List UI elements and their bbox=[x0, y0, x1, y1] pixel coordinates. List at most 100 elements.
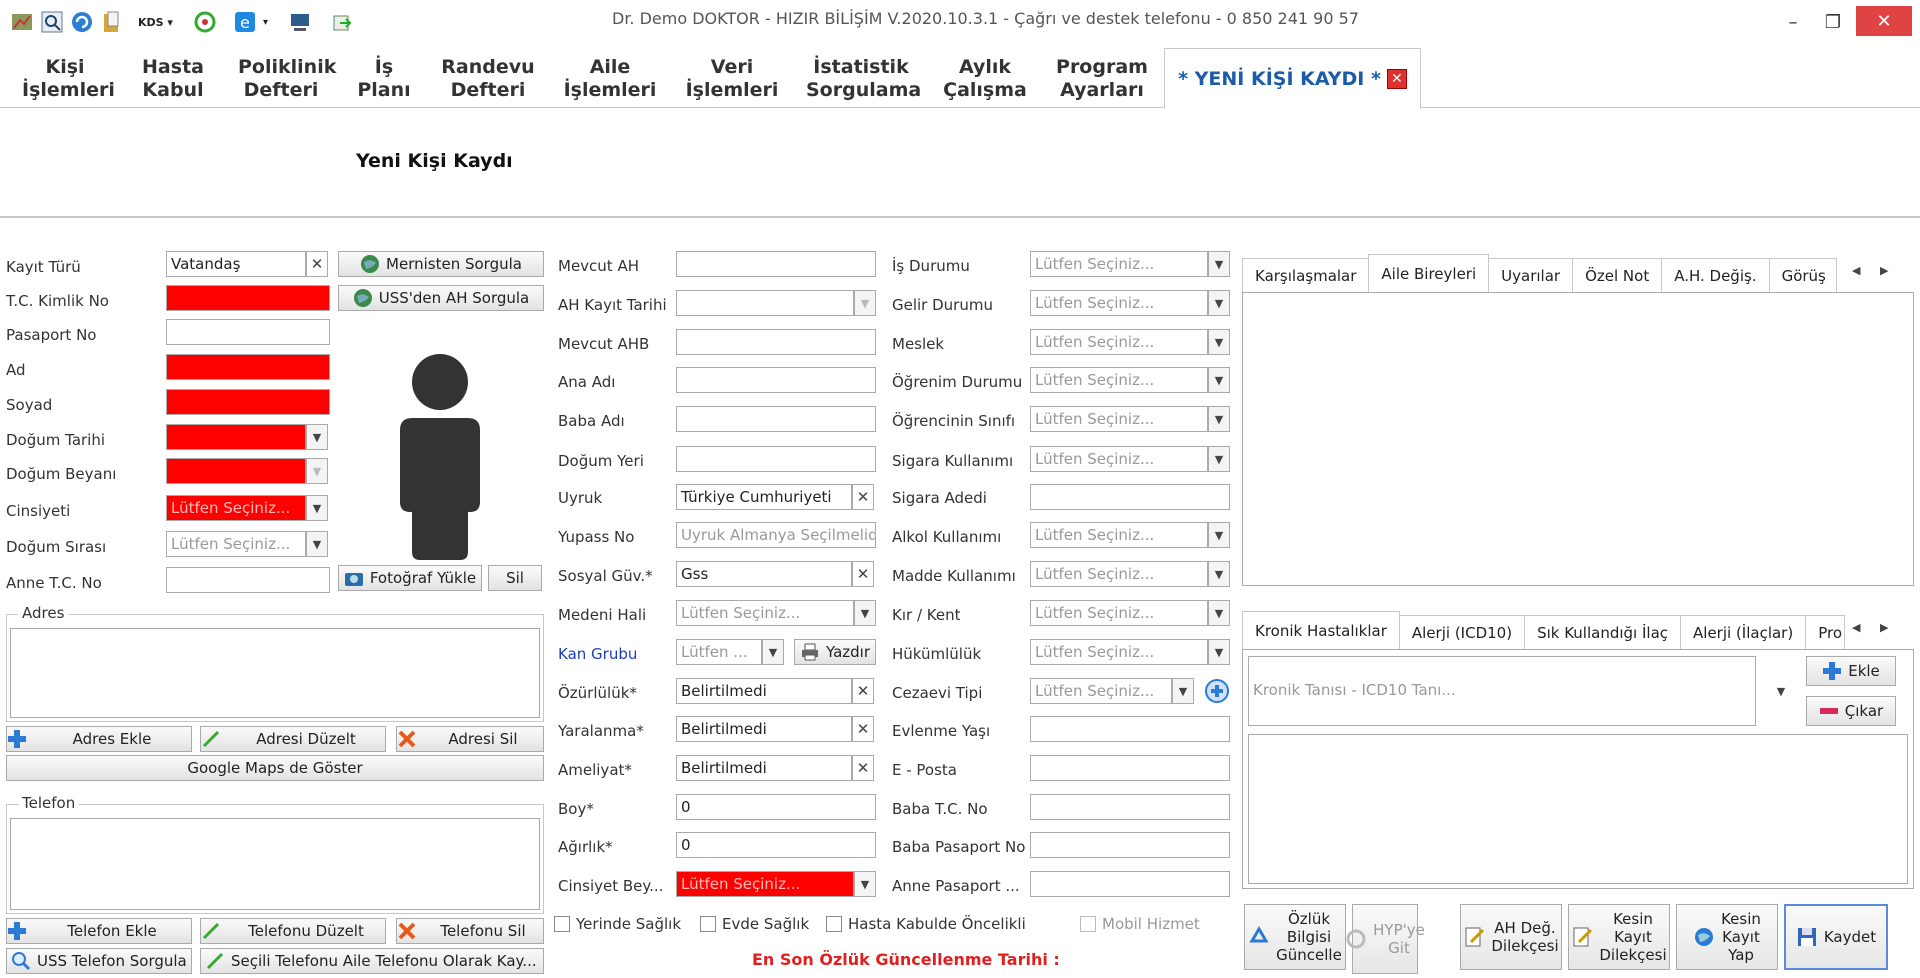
chevron-down-icon[interactable]: ▼ bbox=[1208, 561, 1230, 587]
tab-aile-bireyleri[interactable]: Aile Bireyleri bbox=[1368, 254, 1490, 292]
menu-aylik-calisma[interactable]: Aylık Çalışma bbox=[942, 56, 1028, 102]
foto-sil-button[interactable]: Sil bbox=[488, 565, 542, 591]
kaydet-button[interactable]: Kaydet bbox=[1784, 904, 1888, 970]
clear-uyruk-icon[interactable]: ✕ bbox=[852, 484, 874, 510]
menu-randevu-defteri[interactable]: Randevu Defteri bbox=[440, 56, 536, 102]
chevron-down-icon[interactable]: ▼ bbox=[1208, 251, 1230, 277]
mernisten-sorgula-button[interactable]: Mernisten Sorgula bbox=[338, 251, 544, 277]
evlenme-yasi-field[interactable] bbox=[1030, 716, 1230, 742]
ogrenim-select[interactable]: Lütfen Seçiniz... bbox=[1030, 367, 1208, 393]
tab-scroll-right-icon[interactable]: ▶ bbox=[1880, 264, 1888, 277]
browser-dropdown-icon[interactable]: ▾ bbox=[263, 17, 268, 28]
kronik-cikar-button[interactable]: Çıkar bbox=[1806, 696, 1896, 726]
dogum-yeri-field[interactable] bbox=[676, 446, 876, 472]
yazdir-button[interactable]: Yazdır bbox=[794, 639, 876, 665]
connection-icon[interactable] bbox=[193, 10, 217, 34]
tab-karsilasmalar[interactable]: Karşılaşmalar bbox=[1242, 258, 1370, 292]
kds-menu[interactable]: KDS ▾ bbox=[138, 16, 173, 29]
chevron-down-icon[interactable]: ▼ bbox=[854, 871, 876, 897]
ozurluluk-select[interactable]: Belirtilmedi bbox=[676, 678, 852, 704]
aile-bireyleri-panel[interactable] bbox=[1242, 292, 1914, 586]
pasaport-field[interactable] bbox=[166, 319, 330, 345]
chevron-down-icon[interactable]: ▼ bbox=[1208, 446, 1230, 472]
kronik-ekle-button[interactable]: Ekle bbox=[1806, 656, 1896, 686]
tab-gorus[interactable]: Görüş bbox=[1768, 258, 1837, 292]
adres-duzelt-button[interactable]: Adresi Düzelt bbox=[200, 726, 386, 752]
chevron-down-icon[interactable]: ▼ bbox=[1208, 639, 1230, 665]
menu-istatistik-sorgulama[interactable]: İstatistik Sorgulama bbox=[806, 56, 921, 102]
add-circle-icon[interactable] bbox=[1204, 678, 1230, 704]
chevron-down-icon[interactable]: ▼ bbox=[1208, 600, 1230, 626]
clear-ameliyat-icon[interactable]: ✕ bbox=[852, 755, 874, 781]
kir-kent-select[interactable]: Lütfen Seçiniz... bbox=[1030, 600, 1208, 626]
agirlik-field[interactable]: 0 bbox=[676, 832, 876, 858]
chevron-down-icon[interactable]: ▼ bbox=[1208, 367, 1230, 393]
dogum-beyani-field[interactable] bbox=[166, 458, 306, 484]
menu-kisi-islemleri[interactable]: Kişi İşlemleri bbox=[22, 56, 115, 102]
tc-kimlik-field[interactable] bbox=[166, 285, 330, 311]
kesin-kayit-yap-button[interactable]: Kesin Kayıt Yap bbox=[1676, 904, 1778, 970]
tab-alerji-ilaclar[interactable]: Alerji (İlaçlar) bbox=[1680, 615, 1807, 649]
secili-telefon-aile-button[interactable]: Seçili Telefonu Aile Telefonu Olarak Kay… bbox=[200, 948, 544, 974]
kronik-tani-select[interactable]: Kronik Tanısı - ICD10 Tanı... bbox=[1248, 656, 1756, 726]
yupass-field[interactable]: Uyruk Almanya Seçilmelidir bbox=[676, 522, 876, 548]
fotograf-yukle-button[interactable]: Fotoğraf Yükle bbox=[338, 565, 482, 591]
ah-deg-dilekcesi-button[interactable]: AH Değ. Dilekçesi bbox=[1460, 904, 1562, 970]
madde-select[interactable]: Lütfen Seçiniz... bbox=[1030, 561, 1208, 587]
kesin-kayit-dilekcesi-button[interactable]: Kesin Kayıt Dilekçesi bbox=[1568, 904, 1670, 970]
adres-sil-button[interactable]: Adresi Sil bbox=[396, 726, 544, 752]
minimize-button[interactable]: – bbox=[1772, 8, 1814, 36]
menu-poliklinik-defteri[interactable]: Poliklinik Defteri bbox=[238, 56, 336, 102]
tab-alerji-icd10[interactable]: Alerji (ICD10) bbox=[1398, 615, 1526, 649]
tab-pro[interactable]: Pro bbox=[1805, 615, 1846, 649]
chevron-down-icon[interactable]: ▼ bbox=[1208, 290, 1230, 316]
ah-kayit-tarihi-field[interactable] bbox=[676, 290, 854, 316]
monitor-icon[interactable] bbox=[288, 10, 312, 34]
cinsiyet-beyan-select[interactable]: Lütfen Seçiniz... bbox=[676, 871, 854, 897]
close-tab-icon[interactable]: ✕ bbox=[1386, 68, 1407, 89]
browser-icon[interactable]: e bbox=[233, 10, 257, 34]
ogrenci-sinifi-select[interactable]: Lütfen Seçiniz... bbox=[1030, 406, 1208, 432]
chevron-down-icon[interactable]: ▼ bbox=[306, 495, 328, 521]
soyad-field[interactable] bbox=[166, 389, 330, 415]
menu-hasta-kabul[interactable]: Hasta Kabul bbox=[138, 56, 208, 102]
adres-ekle-button[interactable]: Adres Ekle bbox=[6, 726, 192, 752]
adres-list[interactable] bbox=[10, 628, 540, 718]
tab-ah-degis[interactable]: A.H. Değiş. bbox=[1661, 258, 1770, 292]
baba-pasaport-field[interactable] bbox=[1030, 832, 1230, 858]
yerinde-saglik-checkbox[interactable]: Yerinde Sağlık bbox=[554, 915, 681, 933]
ana-adi-field[interactable] bbox=[676, 367, 876, 393]
clear-kayit-turu-icon[interactable]: ✕ bbox=[306, 251, 328, 277]
chevron-down-icon[interactable]: ▼ bbox=[1208, 406, 1230, 432]
alkol-select[interactable]: Lütfen Seçiniz... bbox=[1030, 522, 1208, 548]
tab-sik-kullandigi-ilac[interactable]: Sık Kullandığı İlaç bbox=[1524, 615, 1682, 649]
mevcut-ah-field[interactable] bbox=[676, 251, 876, 277]
sosyal-guv-select[interactable]: Gss bbox=[676, 561, 852, 587]
medeni-hali-select[interactable]: Lütfen Seçiniz... bbox=[676, 600, 854, 626]
export-icon[interactable] bbox=[330, 10, 354, 34]
hukumluluk-select[interactable]: Lütfen Seçiniz... bbox=[1030, 639, 1208, 665]
tab-scroll-right-icon[interactable]: ▶ bbox=[1880, 621, 1888, 634]
hasta-kabul-oncelikli-checkbox[interactable]: Hasta Kabulde Öncelikli bbox=[826, 915, 1026, 933]
anne-tc-field[interactable] bbox=[166, 567, 330, 593]
tab-ozel-not[interactable]: Özel Not bbox=[1572, 258, 1663, 292]
menu-aile-islemleri[interactable]: Aile İşlemleri bbox=[562, 56, 658, 102]
menu-is-plani[interactable]: İş Planı bbox=[354, 56, 414, 102]
clear-sosyal-guv-icon[interactable]: ✕ bbox=[852, 561, 874, 587]
tab-yeni-kisi-kaydi[interactable]: * YENİ KİŞİ KAYDI * ✕ bbox=[1164, 48, 1421, 109]
tab-uyarilar[interactable]: Uyarılar bbox=[1488, 258, 1574, 292]
ameliyat-select[interactable]: Belirtilmedi bbox=[676, 755, 852, 781]
tab-kronik-hastaliklar[interactable]: Kronik Hastalıklar bbox=[1242, 611, 1400, 649]
close-window-button[interactable]: ✕ bbox=[1856, 6, 1912, 36]
cezaevi-select[interactable]: Lütfen Seçiniz... bbox=[1030, 678, 1172, 704]
clear-yaralanma-icon[interactable]: ✕ bbox=[852, 716, 874, 742]
evde-saglik-checkbox[interactable]: Evde Sağlık bbox=[700, 915, 809, 933]
is-durumu-select[interactable]: Lütfen Seçiniz... bbox=[1030, 251, 1208, 277]
chevron-down-icon[interactable]: ▼ bbox=[306, 531, 328, 557]
dogum-tarihi-field[interactable] bbox=[166, 424, 306, 450]
clipboard-icon[interactable] bbox=[100, 10, 124, 34]
telefon-ekle-button[interactable]: Telefon Ekle bbox=[6, 918, 192, 944]
chevron-down-icon[interactable]: ▼ bbox=[1208, 329, 1230, 355]
cinsiyet-select[interactable]: Lütfen Seçiniz... bbox=[166, 495, 306, 521]
telefon-duzelt-button[interactable]: Telefonu Düzelt bbox=[200, 918, 386, 944]
